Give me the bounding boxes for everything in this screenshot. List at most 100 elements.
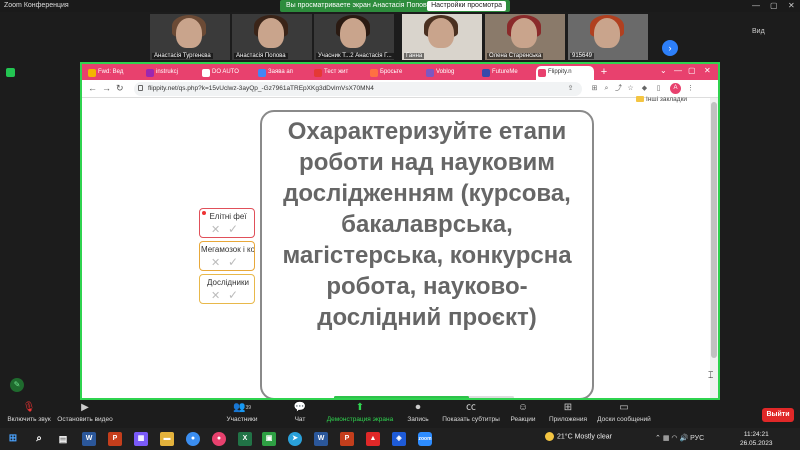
correct-check-icon[interactable]: ✓ xyxy=(228,255,238,269)
other-bookmarks[interactable]: Інші закладки xyxy=(636,96,687,103)
powerpoint-app-icon[interactable]: P xyxy=(108,432,122,446)
powerpoint-app-icon[interactable]: P xyxy=(340,432,354,446)
taskbar-app-icon[interactable]: ▲ xyxy=(366,432,380,446)
reload-icon[interactable]: ↻ xyxy=(116,83,124,94)
team-card[interactable]: Дослідники ✕ ✓ xyxy=(199,274,255,304)
chat-button[interactable]: 💬 Чат xyxy=(288,402,312,423)
scroll-thumb[interactable] xyxy=(711,102,717,358)
avatar-face xyxy=(258,18,284,48)
reactions-button[interactable]: ☺ Реакции xyxy=(508,402,538,423)
share-screen-button[interactable]: ⬆ Демонстрация экрана xyxy=(326,402,394,423)
participants-button[interactable]: 👥39 Участники xyxy=(222,402,262,423)
whiteboard-button[interactable]: ▭ Доски сообщений xyxy=(596,402,652,423)
network-icon[interactable]: ▦ xyxy=(663,435,670,442)
question-card[interactable]: Охарактеризуйте етапи роботи над наукови… xyxy=(260,110,594,398)
share-banner-text: Вы просматриваете экран Анастасія Попова xyxy=(286,2,431,9)
translate-icon[interactable]: ⊞ xyxy=(590,84,599,93)
apps-button[interactable]: ⊞ Приложения xyxy=(546,402,590,423)
participant-tile[interactable]: 915649 xyxy=(568,14,648,60)
participant-name: 915649 xyxy=(570,53,595,59)
zoom-taskbar-icon[interactable]: zoom xyxy=(418,432,432,446)
captions-button[interactable]: ㏄ Показать субтитры xyxy=(440,402,502,423)
taskbar-search-icon[interactable]: ⌕ xyxy=(32,432,46,446)
stop-video-button[interactable]: ▶ Остановить видео xyxy=(56,402,114,423)
minimize-icon[interactable]: — xyxy=(752,1,760,10)
tab-label: Voblog xyxy=(436,69,455,75)
whiteboard-icon: ▭ xyxy=(619,402,629,413)
chrome-close-icon[interactable]: ✕ xyxy=(704,66,711,75)
forward-icon[interactable]: → xyxy=(102,83,111,93)
share-icon[interactable]: ⤴ xyxy=(614,84,623,93)
next-participants-arrow-icon[interactable]: › xyxy=(662,40,678,56)
participant-tile[interactable]: Олена Старенська xyxy=(485,14,565,60)
view-button[interactable]: Вид xyxy=(752,28,765,35)
lock-icon[interactable] xyxy=(138,85,143,91)
volume-icon[interactable]: 🔊 xyxy=(679,435,688,442)
chrome-chevron-icon[interactable]: ⌄ xyxy=(660,66,667,75)
browser-tab[interactable]: Voblog xyxy=(424,66,480,80)
browser-tab[interactable]: Тест жит xyxy=(312,66,368,80)
security-shield-icon[interactable] xyxy=(6,68,15,77)
reactions-label: Реакции xyxy=(510,416,536,423)
word-app-icon[interactable]: W xyxy=(314,432,328,446)
team-name: Мегамозок і ко xyxy=(200,245,255,254)
profile-avatar[interactable]: A xyxy=(670,83,681,94)
browser-tab[interactable]: Заява ап xyxy=(256,66,312,80)
team-card[interactable]: Мегамозок і ко ✕ ✓ xyxy=(199,241,255,271)
record-button[interactable]: ⏺ Запись xyxy=(404,402,432,423)
chrome-minimize-icon[interactable]: — xyxy=(674,66,682,75)
clock-date: 26.05.2023 xyxy=(740,440,773,447)
telegram-icon[interactable]: ➤ xyxy=(288,432,302,446)
new-tab-plus-icon[interactable]: + xyxy=(598,66,610,78)
browser-tab[interactable]: DO AUTO xyxy=(200,66,256,80)
participant-tile[interactable]: Анастасія Тургенєва xyxy=(150,14,230,60)
correct-check-icon[interactable]: ✓ xyxy=(228,288,238,302)
browser-tab[interactable]: Бросьте xyxy=(368,66,424,80)
word-app-icon[interactable]: W xyxy=(82,432,96,446)
team-card[interactable]: Елітні феї ✕ ✓ xyxy=(199,208,255,238)
wrong-x-icon[interactable]: ✕ xyxy=(211,289,220,302)
taskbar-app-icon[interactable]: ▦ xyxy=(134,432,148,446)
weather-widget[interactable]: 21°C Mostly clear xyxy=(545,432,612,441)
excel-app-icon[interactable]: X xyxy=(238,432,252,446)
annotate-pen-icon[interactable]: ✎ xyxy=(10,378,24,392)
participant-tile[interactable]: Учасник Т...2 Анастасія Г... xyxy=(314,14,394,60)
input-language[interactable]: РУС xyxy=(690,435,704,442)
chrome-taskbar-icon[interactable]: ● xyxy=(186,432,200,446)
share-page-icon[interactable]: ⇪ xyxy=(566,84,575,93)
participant-tile[interactable]: Ганна xyxy=(402,14,482,60)
tray-chevron-icon[interactable]: ⌃ xyxy=(655,435,661,442)
chrome-maximize-icon[interactable]: ▢ xyxy=(688,66,696,75)
captions-label: Показать субтитры xyxy=(442,416,500,423)
close-icon[interactable]: ✕ xyxy=(788,1,795,10)
taskbar-app-icon[interactable]: ◈ xyxy=(392,432,406,446)
url-input[interactable]: flippity.net/qs.php?k=15vUclwz-3ayQp_-Gz… xyxy=(134,82,582,96)
browser-tab[interactable]: FutureMe xyxy=(480,66,536,80)
cc-icon: ㏄ xyxy=(466,402,476,413)
task-view-icon[interactable]: ▤ xyxy=(56,432,70,446)
page-scrollbar[interactable] xyxy=(710,98,718,398)
unmute-button[interactable]: 🎙 Включить звук xyxy=(4,402,54,423)
back-icon[interactable]: ← xyxy=(88,83,97,93)
chrome-menu-icon[interactable]: ⋮ xyxy=(686,84,695,93)
windows-start-icon[interactable]: ⊞ xyxy=(6,432,20,446)
view-options-button[interactable]: Настройки просмотра xyxy=(427,1,506,11)
wrong-x-icon[interactable]: ✕ xyxy=(211,223,220,236)
extension-icon[interactable]: ◆ xyxy=(640,84,649,93)
taskbar-clock[interactable]: 11:24:21 26.05.2023 xyxy=(740,430,773,448)
bookmark-star-icon[interactable]: ☆ xyxy=(626,84,635,93)
correct-check-icon[interactable]: ✓ xyxy=(228,222,238,236)
wifi-icon[interactable]: ◠ xyxy=(671,435,677,442)
chrome-profile-taskbar-icon[interactable]: ● xyxy=(212,432,226,446)
browser-tab[interactable]: Fwd: Вед xyxy=(86,66,144,80)
browser-tab[interactable]: instrukcj xyxy=(144,66,200,80)
sidebar-icon[interactable]: ▯ xyxy=(654,84,663,93)
maximize-icon[interactable]: ▢ xyxy=(770,1,778,10)
wrong-x-icon[interactable]: ✕ xyxy=(211,256,220,269)
participant-tile[interactable]: Анастасія Попова xyxy=(232,14,312,60)
taskbar-app-icon[interactable]: ▣ xyxy=(262,432,276,446)
zoom-page-icon[interactable]: ⌕ xyxy=(602,84,611,93)
file-explorer-icon[interactable]: ▬ xyxy=(160,432,174,446)
leave-button[interactable]: Выйти xyxy=(762,408,794,422)
browser-tab-active[interactable]: Flippity.n xyxy=(536,66,594,80)
